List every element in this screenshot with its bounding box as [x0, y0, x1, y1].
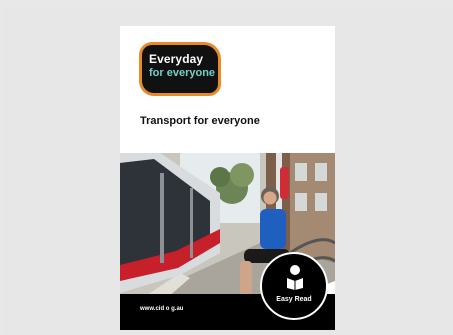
person-reading-icon — [287, 265, 303, 290]
logo-line-2: for everyone — [149, 67, 216, 79]
website-url: www.cid o g.au — [140, 306, 184, 312]
everyday-for-everyone-logo: Everyday for everyone — [142, 45, 218, 93]
easy-read-label: Easy Read — [276, 296, 312, 303]
logo-line-1: Everyday — [149, 52, 204, 66]
easy-read-badge: Easy Read — [260, 252, 328, 320]
cover-title: Transport for everyone — [140, 115, 260, 127]
document-cover: Everyday for everyone Transport for ever… — [120, 26, 335, 330]
